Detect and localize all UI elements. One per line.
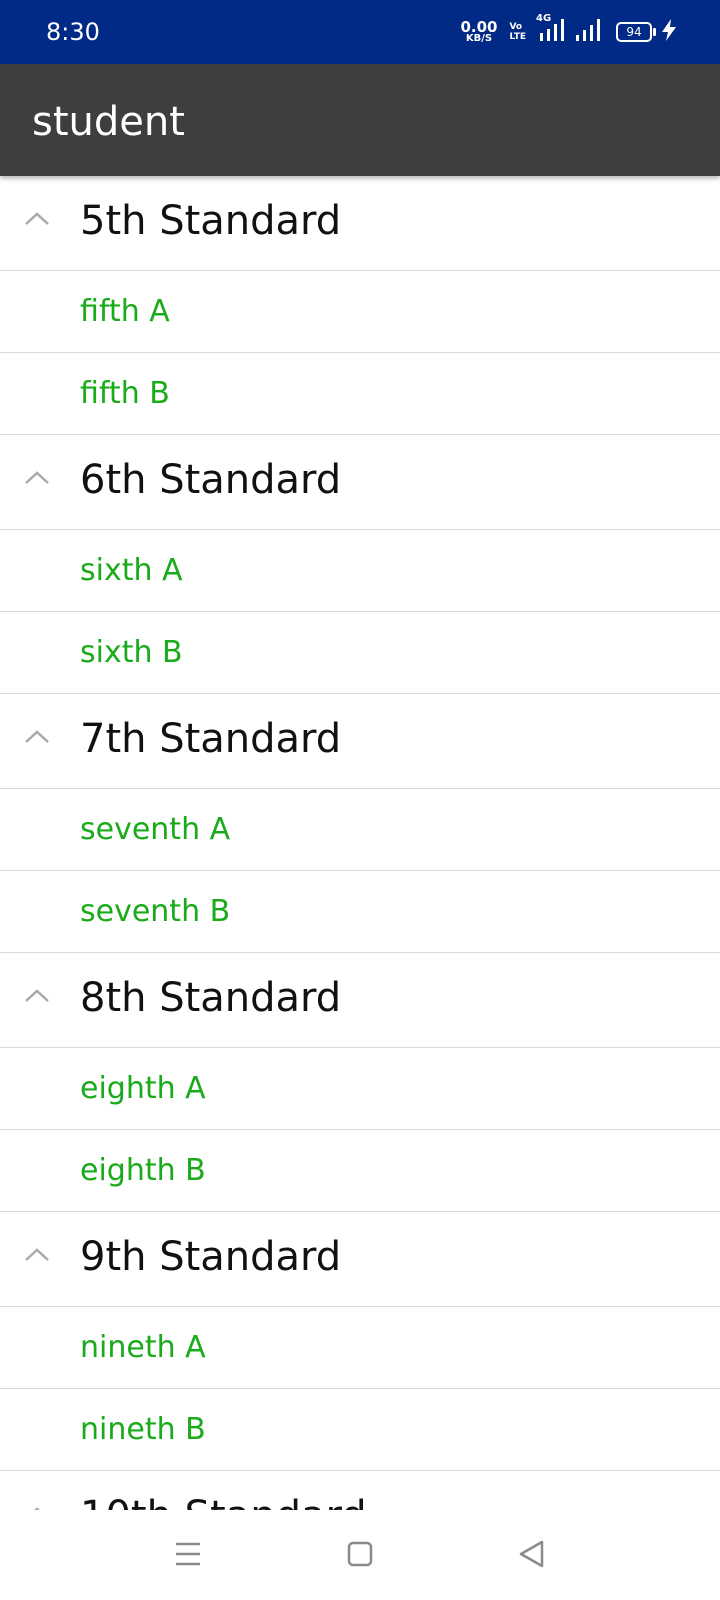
navigation-bar — [0, 1510, 720, 1600]
status-bar: 8:30 0.00 KB/S Vo LTE 4G 94 — [0, 0, 720, 64]
list-item-eighth-a[interactable]: eighth A — [0, 1048, 720, 1130]
list-item-label: eighth B — [80, 1153, 206, 1188]
list-item-sixth-b[interactable]: sixth B — [0, 612, 720, 694]
battery-icon: 94 — [616, 22, 656, 42]
chevron-up-icon — [24, 1501, 50, 1510]
list-item-label: nineth A — [80, 1330, 206, 1365]
list-item-label: seventh B — [80, 894, 231, 929]
network-type-label: 4G — [536, 13, 552, 24]
battery-level: 94 — [626, 25, 642, 39]
network-speed-value: 0.00 — [460, 17, 498, 36]
chevron-up-icon — [24, 206, 50, 232]
network-speed: 0.00 KB/S — [460, 17, 498, 44]
list-item-label: fifth B — [80, 376, 170, 411]
list-item-label: eighth A — [80, 1071, 206, 1106]
back-triangle-icon[interactable] — [512, 1534, 552, 1574]
list-item-nineth-b[interactable]: nineth B — [0, 1389, 720, 1471]
list-item-fifth-a[interactable]: fifth A — [0, 271, 720, 353]
group-title: 6th Standard — [80, 457, 342, 503]
menu-icon[interactable] — [168, 1534, 208, 1574]
list-item-seventh-b[interactable]: seventh B — [0, 871, 720, 953]
group-title: 9th Standard — [80, 1234, 342, 1280]
group-title: 5th Standard — [80, 198, 342, 244]
volte-icon: Vo LTE — [509, 22, 526, 42]
volte-label-bottom: LTE — [509, 32, 526, 42]
volte-label-top: Vo — [509, 22, 523, 32]
standards-expandable-list[interactable]: 5th Standard fifth A fifth B 6th Standar… — [0, 176, 720, 1510]
charging-icon — [662, 19, 676, 45]
signal-4g-icon: 4G — [536, 13, 564, 45]
status-time: 8:30 — [46, 18, 100, 46]
status-icons: 0.00 KB/S Vo LTE 4G 94 — [460, 13, 676, 46]
network-speed-unit: KB/S — [465, 32, 493, 44]
group-title: 10th Standard — [80, 1491, 367, 1510]
group-header-9th-standard[interactable]: 9th Standard — [0, 1212, 720, 1307]
app-bar: student — [0, 64, 720, 176]
group-header-6th-standard[interactable]: 6th Standard — [0, 435, 720, 530]
list-item-nineth-a[interactable]: nineth A — [0, 1307, 720, 1389]
group-title: 8th Standard — [80, 975, 342, 1021]
group-header-8th-standard[interactable]: 8th Standard — [0, 953, 720, 1048]
home-square-icon[interactable] — [340, 1534, 380, 1574]
list-item-sixth-a[interactable]: sixth A — [0, 530, 720, 612]
group-header-7th-standard[interactable]: 7th Standard — [0, 694, 720, 789]
page-title: student — [32, 99, 185, 145]
list-item-label: fifth A — [80, 294, 170, 329]
chevron-up-icon — [24, 724, 50, 750]
chevron-up-icon — [24, 1242, 50, 1268]
signal-icon — [576, 19, 602, 45]
chevron-up-icon — [24, 983, 50, 1009]
chevron-up-icon — [24, 465, 50, 491]
list-item-label: seventh A — [80, 812, 231, 847]
list-item-label: nineth B — [80, 1412, 206, 1447]
list-item-label: sixth A — [80, 553, 183, 588]
list-item-label: sixth B — [80, 635, 183, 670]
list-item-fifth-b[interactable]: fifth B — [0, 353, 720, 435]
group-header-10th-standard[interactable]: 10th Standard — [0, 1471, 720, 1510]
list-item-seventh-a[interactable]: seventh A — [0, 789, 720, 871]
group-header-5th-standard[interactable]: 5th Standard — [0, 176, 720, 271]
group-title: 7th Standard — [80, 716, 342, 762]
list-item-eighth-b[interactable]: eighth B — [0, 1130, 720, 1212]
